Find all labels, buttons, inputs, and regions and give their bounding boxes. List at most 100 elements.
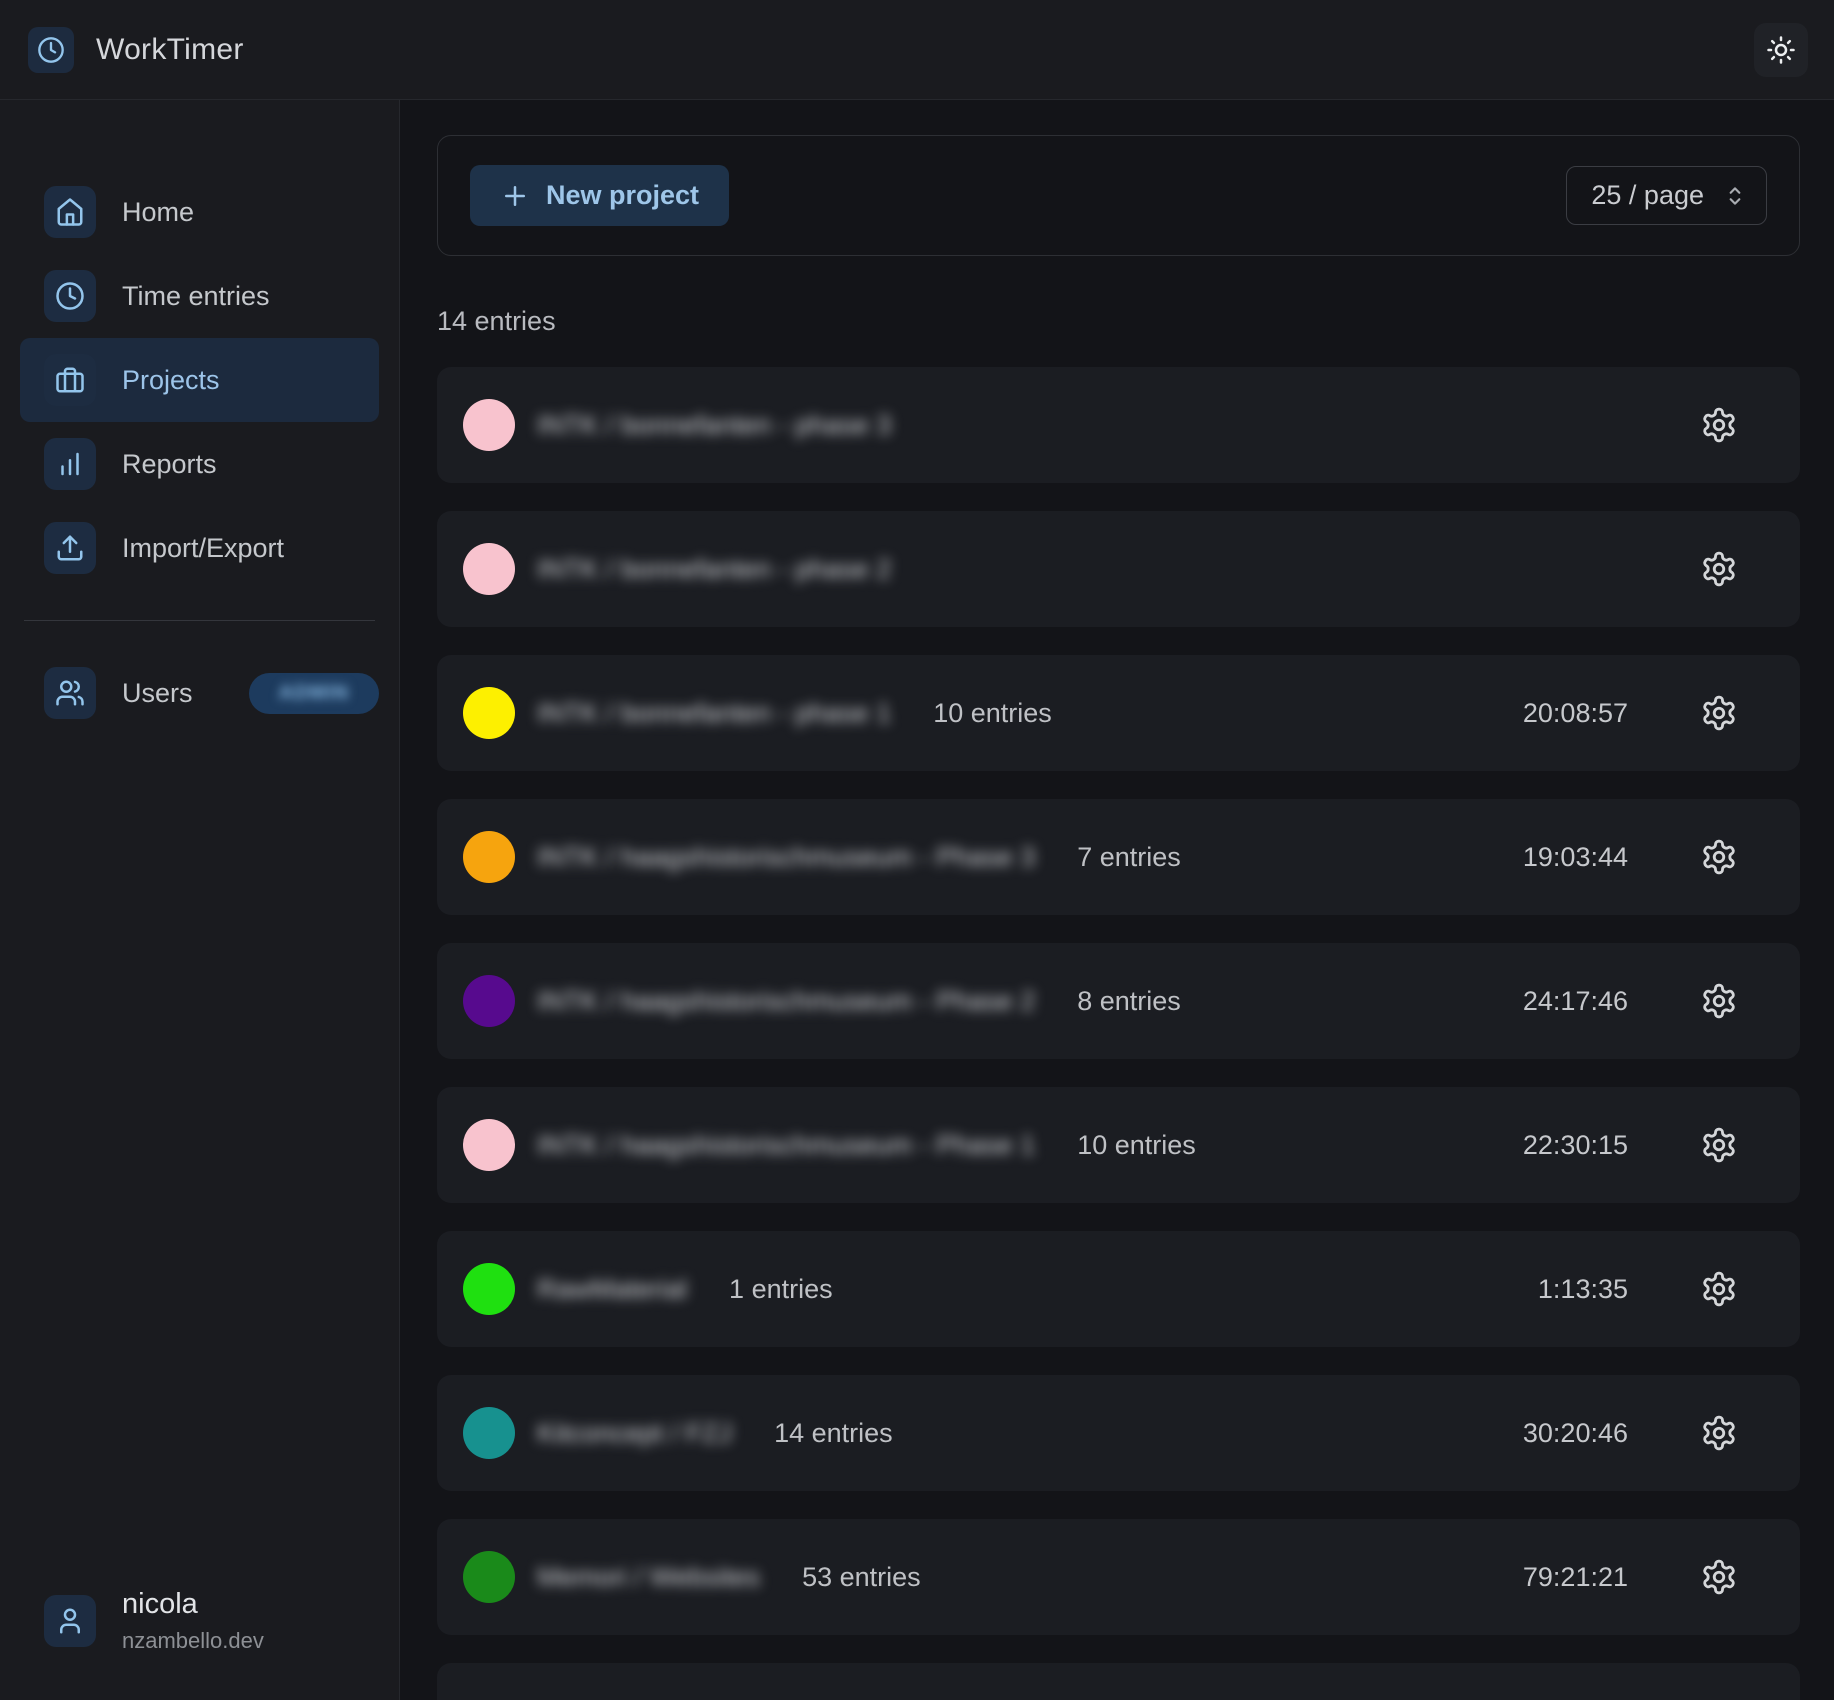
sun-icon (1766, 35, 1796, 65)
sidebar-item-users[interactable]: Users ADMIN (20, 651, 379, 735)
project-settings-button[interactable] (1700, 406, 1738, 444)
page-size-select[interactable]: 25 / page (1566, 166, 1767, 225)
project-entries-count: 10 entries (933, 698, 1052, 729)
project-settings-button[interactable] (1700, 982, 1738, 1020)
sidebar-item-label: Time entries (122, 281, 270, 312)
project-time-total: 24:17:46 (1523, 986, 1628, 1017)
sidebar-divider (24, 620, 375, 621)
project-row[interactable]: INTK / haagshistorischmuseum - Phase 2 8… (437, 943, 1800, 1059)
page-size-value: 25 / page (1591, 180, 1704, 211)
theme-toggle-button[interactable] (1754, 23, 1808, 77)
sidebar-item-label: Users (122, 678, 193, 709)
project-color-dot (463, 1695, 515, 1700)
gear-icon (1700, 982, 1738, 1020)
project-color-dot (463, 543, 515, 595)
project-row[interactable]: Memori / Websites 53 entries 79:21:21 (437, 1519, 1800, 1635)
project-time-total: 20:08:57 (1523, 698, 1628, 729)
project-name: INTK / bonnefanten - phase 2 (537, 554, 891, 585)
admin-badge: ADMIN (249, 673, 380, 714)
sidebar-item-home[interactable]: Home (20, 170, 379, 254)
project-settings-button[interactable] (1700, 1558, 1738, 1596)
upload-icon (44, 522, 96, 574)
sidebar: Home Time entries Projects Reports Impor (0, 100, 400, 1700)
gear-icon (1700, 406, 1738, 444)
project-settings-button[interactable] (1700, 1126, 1738, 1164)
sidebar-item-import-export[interactable]: Import/Export (20, 506, 379, 590)
project-settings-button[interactable] (1700, 550, 1738, 588)
project-name: INTK / bonnefanten - phase 3 (537, 410, 891, 441)
sidebar-item-label: Home (122, 197, 194, 228)
project-time-total: 30:20:46 (1523, 1418, 1628, 1449)
project-list: INTK / bonnefanten - phase 3 INTK / bonn… (437, 367, 1800, 1700)
admin-badge-label: ADMIN (279, 682, 350, 705)
project-entries-count: 53 entries (802, 1562, 921, 1593)
project-name: INTK / haagshistorischmuseum - Phase 1 (537, 1130, 1035, 1161)
project-color-dot (463, 399, 515, 451)
users-icon (44, 667, 96, 719)
project-color-dot (463, 1407, 515, 1459)
project-color-dot (463, 975, 515, 1027)
project-settings-button[interactable] (1700, 1270, 1738, 1308)
project-name: Kitconcept / FZJ (537, 1418, 732, 1449)
project-row[interactable]: Kitconcept / FZJ 14 entries 30:20:46 (437, 1375, 1800, 1491)
project-color-dot (463, 1263, 515, 1315)
project-time-total: 1:13:35 (1538, 1274, 1628, 1305)
project-color-dot (463, 687, 515, 739)
topbar: WorkTimer (0, 0, 1834, 100)
sidebar-item-label: Import/Export (122, 533, 284, 564)
project-entries-count: 7 entries (1077, 842, 1181, 873)
briefcase-icon (44, 354, 96, 406)
new-project-button[interactable]: New project (470, 165, 729, 226)
projects-toolbar: New project 25 / page (437, 135, 1800, 256)
project-time-total: 79:21:21 (1523, 1562, 1628, 1593)
gear-icon (1700, 1126, 1738, 1164)
project-row[interactable]: INTK / haagshistorischmuseum - Phase 3 7… (437, 799, 1800, 915)
project-color-dot (463, 1551, 515, 1603)
sidebar-item-reports[interactable]: Reports (20, 422, 379, 506)
project-settings-button[interactable] (1700, 838, 1738, 876)
gear-icon (1700, 550, 1738, 588)
sidebar-item-projects[interactable]: Projects (20, 338, 379, 422)
project-row[interactable]: INTK / bonnefanten - phase 1 10 entries … (437, 655, 1800, 771)
project-row[interactable] (437, 1663, 1800, 1700)
sidebar-item-label: Projects (122, 365, 220, 396)
clock-icon (44, 270, 96, 322)
gear-icon (1700, 1270, 1738, 1308)
project-settings-button[interactable] (1700, 1414, 1738, 1452)
project-entries-count: 8 entries (1077, 986, 1181, 1017)
project-name: INTK / bonnefanten - phase 1 (537, 698, 891, 729)
project-entries-count: 10 entries (1077, 1130, 1196, 1161)
project-color-dot (463, 1119, 515, 1171)
plus-icon (500, 181, 530, 211)
home-icon (44, 186, 96, 238)
gear-icon (1700, 1558, 1738, 1596)
gear-icon (1700, 838, 1738, 876)
user-icon (55, 1606, 85, 1636)
project-name: Memori / Websites (537, 1562, 760, 1593)
project-color-dot (463, 831, 515, 883)
chevrons-up-down-icon (1722, 183, 1748, 209)
project-row[interactable]: INTK / bonnefanten - phase 3 (437, 367, 1800, 483)
new-project-label: New project (546, 180, 699, 211)
project-row[interactable]: RawMaterial 1 entries 1:13:35 (437, 1231, 1800, 1347)
entries-count: 14 entries (437, 306, 1800, 337)
project-row[interactable]: INTK / bonnefanten - phase 2 (437, 511, 1800, 627)
project-time-total: 22:30:15 (1523, 1130, 1628, 1161)
user-domain: nzambello.dev (122, 1628, 264, 1654)
project-name: INTK / haagshistorischmuseum - Phase 2 (537, 986, 1035, 1017)
project-name: INTK / haagshistorischmuseum - Phase 3 (537, 842, 1035, 873)
user-name: nicola (122, 1588, 264, 1621)
project-row[interactable]: INTK / haagshistorischmuseum - Phase 1 1… (437, 1087, 1800, 1203)
gear-icon (1700, 694, 1738, 732)
app-title: WorkTimer (96, 33, 244, 67)
gear-icon (1700, 1414, 1738, 1452)
project-name: RawMaterial (537, 1274, 687, 1305)
user-profile[interactable]: nicola nzambello.dev (20, 1588, 379, 1654)
clock-icon (37, 36, 65, 64)
sidebar-item-time-entries[interactable]: Time entries (20, 254, 379, 338)
project-settings-button[interactable] (1700, 694, 1738, 732)
project-entries-count: 1 entries (729, 1274, 833, 1305)
sidebar-item-label: Reports (122, 449, 217, 480)
bar-chart-icon (44, 438, 96, 490)
project-time-total: 19:03:44 (1523, 842, 1628, 873)
